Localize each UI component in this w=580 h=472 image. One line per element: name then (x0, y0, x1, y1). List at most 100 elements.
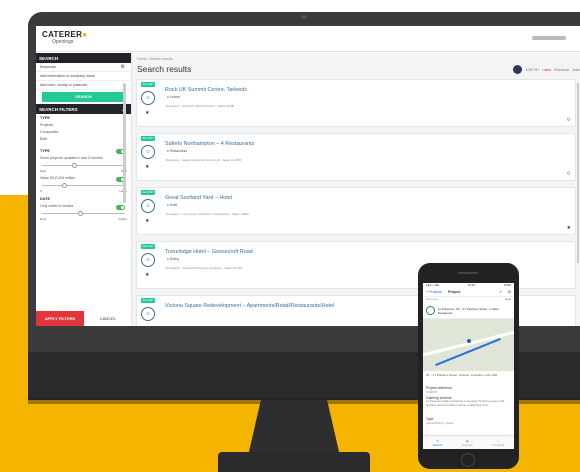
gear-icon[interactable]: ⚙ (508, 290, 511, 294)
tab-projects[interactable]: ▦ Projects (462, 439, 473, 447)
keywords-input[interactable]: Keywords ⚙ (36, 63, 131, 72)
result-title[interactable]: Victoria Square Redevelopment – Apartmen… (165, 303, 334, 309)
result-meta: Developer · Aegis Investment Group Ltd ·… (166, 158, 242, 162)
location-input[interactable]: Add town, county or postcode (36, 81, 131, 90)
star-icon[interactable]: ★ (145, 272, 149, 278)
phone-address: 25 – 27 Paulines Street, Chester, Cheshi… (426, 373, 498, 377)
camera-icon (302, 15, 306, 19)
sort-controls: SORT BY Latest Relevance Value (513, 65, 580, 74)
project-icon: ☼ (141, 145, 155, 159)
monitor-stand-neck (248, 400, 340, 456)
result-meta: Developer · Rock UK Summit Centre · Valu… (166, 104, 235, 108)
date-badge: Jan 2017 (141, 298, 155, 303)
phone-speaker (458, 272, 478, 274)
sort-option-latest[interactable]: Latest (542, 68, 551, 72)
previous-link[interactable]: Previous (426, 297, 438, 303)
search-button[interactable]: SEARCH (42, 92, 125, 102)
sidebar-actions: APPLY FILTERS CANCEL (36, 311, 131, 326)
star-icon[interactable]: ★ (145, 164, 149, 170)
result-category: ● Leisure (167, 95, 181, 99)
result-category: ● Hotel (167, 203, 178, 207)
brand-subtitle: Openings (52, 39, 74, 45)
phone-project-title: La Pasiones, 25 – 27 Paulines Street – I… (437, 306, 499, 315)
filter-group3-row: Only within 6 months (36, 203, 131, 210)
filter-group1-slider[interactable] (42, 163, 125, 168)
back-button[interactable]: < Projects (426, 290, 442, 294)
page-title: Search results (137, 64, 192, 74)
project-icon: ☼ (141, 253, 155, 267)
filter-group2-slider[interactable] (42, 183, 125, 188)
result-card[interactable]: Jan 2017 ☼ Great Scotland Yard – Hotel ●… (136, 187, 576, 235)
sort-option-relevance[interactable]: Relevance (554, 68, 569, 72)
breadcrumb[interactable]: Home / Search results (137, 57, 173, 61)
slider-knob[interactable] (62, 183, 67, 188)
phone-map[interactable] (423, 319, 514, 371)
map-pin-icon[interactable] (467, 339, 471, 343)
slider-knob[interactable] (72, 163, 77, 168)
filter-group1-text: Show projects updated in last 3 months (40, 156, 103, 160)
filter-group3-range: Now Future (40, 217, 127, 221)
home-button[interactable] (461, 453, 475, 467)
settings-icon[interactable]: ⚙ (121, 63, 125, 72)
result-title[interactable]: Rock UK Summit Centre, Tarleeds (165, 87, 247, 93)
slider-knob[interactable] (78, 211, 83, 216)
filter-group2-row: Value £0-£10M million (36, 175, 131, 182)
date-badge: Jan 2017 (141, 244, 155, 249)
filter-group1-label: TYPE (36, 147, 131, 155)
result-title[interactable]: Great Scotland Yard – Hotel (165, 195, 232, 201)
date-badge: Jan 2017 (141, 82, 155, 87)
type-option-projects[interactable]: Projects (36, 122, 131, 129)
marketing-stage: CATERER● Openings SEARCH Keywords ⚙ Add i… (0, 0, 580, 472)
project-icon: ☼ (141, 307, 155, 321)
filter-sidebar: SEARCH Keywords ⚙ Add information or comp… (36, 53, 132, 326)
result-category: ● Dining (167, 257, 179, 261)
result-title[interactable]: Saferlo Northampton – 4 Restaurants (165, 141, 254, 147)
type-label: TYPE (40, 116, 50, 120)
filter-group3-slider[interactable] (42, 211, 125, 216)
company-input[interactable]: Add information or company name (36, 72, 131, 81)
sort-option-value[interactable]: Value (572, 68, 580, 72)
project-icon: ☼ (141, 199, 155, 213)
share-icon[interactable]: ↗ (499, 290, 502, 294)
brand-logo[interactable]: CATERER● (42, 30, 87, 39)
type-option-both[interactable]: Both (36, 136, 131, 143)
monitor-stand-base (218, 452, 370, 472)
sidebar-search-header: SEARCH (36, 53, 131, 63)
apply-filters-button[interactable]: APPLY FILTERS (36, 311, 84, 326)
result-category: ● Restaurants (167, 149, 187, 153)
filter-group3-label: DATE (40, 197, 51, 201)
gear-icon[interactable]: ⚙ (567, 117, 571, 123)
filter-group3-toggle[interactable] (116, 205, 125, 210)
avatar[interactable] (513, 65, 523, 74)
user-menu[interactable] (532, 36, 566, 40)
gear-icon[interactable]: ★ (567, 225, 571, 231)
sidebar-filters-header[interactable]: SEARCH FILTERS⌄ (36, 104, 131, 114)
phone-title: Project (448, 290, 461, 294)
phone-value-catering: La Pasiones Indian restaurant comprising… (426, 399, 505, 407)
phone-nav-bar: < Projects Project ↗ ⚙ (423, 288, 514, 297)
sidebar-scrollbar[interactable] (123, 83, 126, 203)
phone-tab-bar: ⚲ Search ▦ Projects ☺ Contacts (423, 435, 514, 449)
next-link[interactable]: Next (505, 297, 511, 303)
top-bar: CATERER● Openings (36, 26, 580, 52)
phone-device: ●●●○○ EE 10:00 100% < Projects Project ↗ ⚙… (418, 263, 519, 469)
date-badge: Jan 2017 (141, 136, 155, 141)
tab-search[interactable]: ⚲ Search (433, 439, 443, 447)
phone-value-type: Casual Dining · Indian (426, 421, 454, 425)
result-card[interactable]: Jan 2017 ☼ Saferlo Northampton – 4 Resta… (136, 133, 576, 181)
result-meta: Developer · Sherwood Property Company · … (166, 266, 242, 270)
sort-label: SORT BY (525, 67, 540, 72)
type-option-companies[interactable]: Companies (36, 129, 131, 136)
result-card[interactable]: Jan 2017 ☼ Rock UK Summit Centre, Tarlee… (136, 79, 576, 127)
tab-contacts[interactable]: ☺ Contacts (492, 439, 504, 447)
phone-screen: ●●●○○ EE 10:00 100% < Projects Project ↗ ⚙… (423, 283, 514, 449)
cancel-button[interactable]: CANCEL (84, 311, 131, 326)
gear-icon[interactable]: ⚙ (567, 171, 571, 177)
project-icon (426, 306, 435, 315)
date-badge: Jan 2017 (141, 190, 155, 195)
star-icon[interactable]: ★ (145, 110, 149, 116)
star-icon[interactable]: ★ (145, 218, 149, 224)
result-title[interactable]: Travelodge Hotel – Goosecroft Road (165, 249, 253, 255)
results-scrollbar[interactable] (577, 83, 579, 263)
phone-project-card[interactable]: La Pasiones, 25 – 27 Paulines Street – I… (423, 303, 514, 319)
